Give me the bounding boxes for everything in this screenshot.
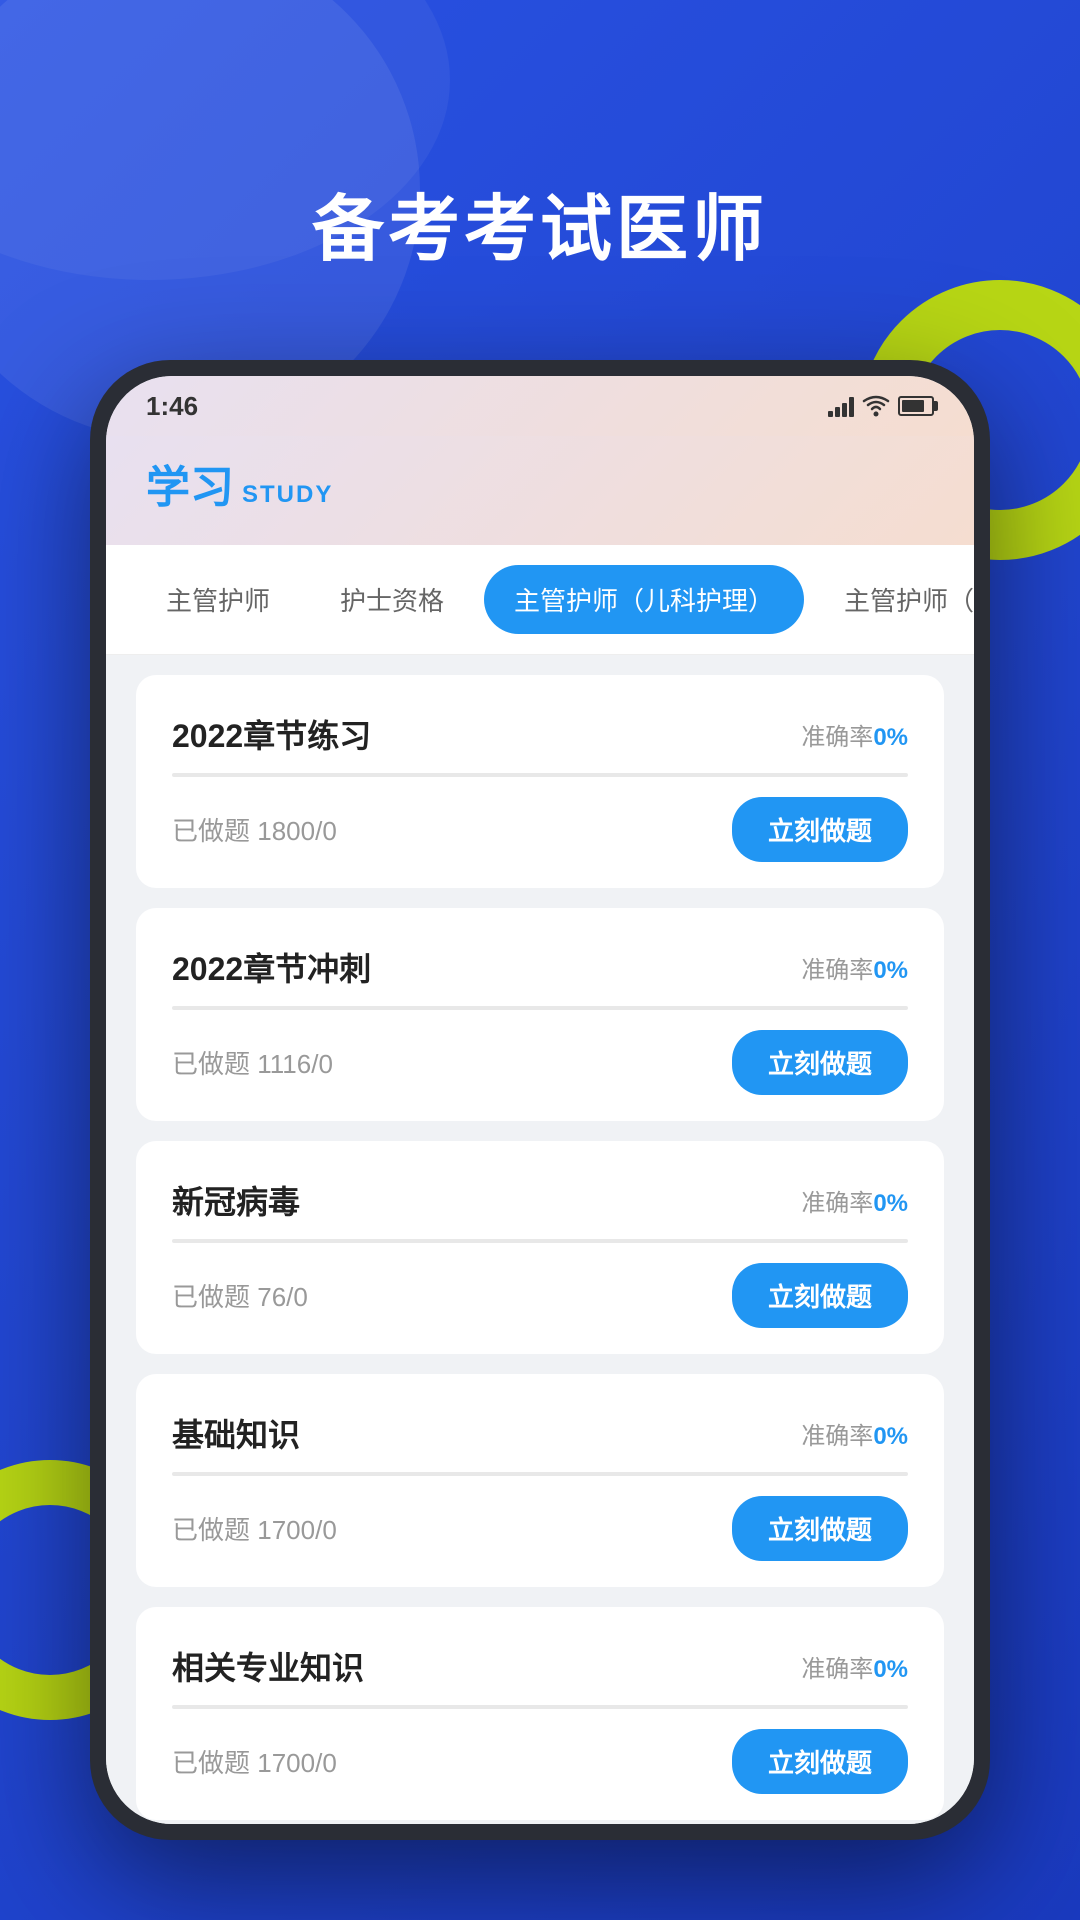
card-1-accuracy: 准确率0% [801, 717, 908, 752]
tabs-container[interactable]: 主管护师 护士资格 主管护师（儿科护理） 主管护师（妇产科护理） [106, 545, 974, 655]
card-2-title: 2022章节冲刺 [172, 944, 371, 990]
card-1-progress [172, 773, 908, 777]
card-2-start-button[interactable]: 立刻做题 [732, 1030, 908, 1095]
card-2-accuracy: 准确率0% [801, 950, 908, 985]
card-2-footer: 已做题 1116/0 立刻做题 [172, 1030, 908, 1095]
card-2: 2022章节冲刺 准确率0% 已做题 1116/0 立刻做题 [136, 908, 944, 1121]
card-4-header: 基础知识 准确率0% [172, 1410, 908, 1456]
status-icons [828, 395, 934, 417]
phone-mockup: 1:46 学习 [90, 360, 990, 1840]
card-1-done: 已做题 1800/0 [172, 811, 337, 848]
card-3-start-button[interactable]: 立刻做题 [732, 1263, 908, 1328]
tab-erk[interactable]: 主管护师（儿科护理） [484, 565, 804, 634]
card-5-accuracy: 准确率0% [801, 1649, 908, 1684]
card-1: 2022章节练习 准确率0% 已做题 1800/0 立刻做题 [136, 675, 944, 888]
wifi-icon [862, 395, 890, 417]
card-2-done: 已做题 1116/0 [172, 1044, 333, 1081]
card-5-footer: 已做题 1700/0 立刻做题 [172, 1729, 908, 1794]
status-time: 1:46 [146, 391, 198, 422]
card-3-progress [172, 1239, 908, 1243]
status-bar: 1:46 [106, 376, 974, 436]
card-1-start-button[interactable]: 立刻做题 [732, 797, 908, 862]
card-4: 基础知识 准确率0% 已做题 1700/0 立刻做题 [136, 1374, 944, 1587]
card-4-done: 已做题 1700/0 [172, 1510, 337, 1547]
card-2-progress [172, 1006, 908, 1010]
card-5-header: 相关专业知识 准确率0% [172, 1643, 908, 1689]
card-1-header: 2022章节练习 准确率0% [172, 711, 908, 757]
content-area: 2022章节练习 准确率0% 已做题 1800/0 立刻做题 [106, 655, 974, 1824]
card-3-done: 已做题 76/0 [172, 1277, 308, 1314]
card-3-title: 新冠病毒 [172, 1177, 300, 1223]
card-4-start-button[interactable]: 立刻做题 [732, 1496, 908, 1561]
phone-inner: 1:46 学习 [106, 376, 974, 1824]
card-4-accuracy: 准确率0% [801, 1416, 908, 1451]
card-4-footer: 已做题 1700/0 立刻做题 [172, 1496, 908, 1561]
tab-fuchank[interactable]: 主管护师（妇产科护理） [814, 565, 974, 634]
card-3: 新冠病毒 准确率0% 已做题 76/0 立刻做题 [136, 1141, 944, 1354]
card-1-title: 2022章节练习 [172, 711, 371, 757]
phone-screen: 1:46 学习 [106, 376, 974, 1824]
card-4-progress [172, 1472, 908, 1476]
card-5: 相关专业知识 准确率0% 已做题 1700/0 立刻做题 [136, 1607, 944, 1820]
page-title: 备考考试医师 [0, 170, 1080, 275]
tab-hushi[interactable]: 护士资格 [310, 565, 474, 634]
logo-chinese: 学习 [146, 451, 234, 515]
card-4-title: 基础知识 [172, 1410, 300, 1456]
battery-icon [898, 396, 934, 416]
card-5-start-button[interactable]: 立刻做题 [732, 1729, 908, 1794]
card-3-header: 新冠病毒 准确率0% [172, 1177, 908, 1223]
signal-icon [828, 395, 854, 417]
card-1-footer: 已做题 1800/0 立刻做题 [172, 797, 908, 862]
app-logo: 学习 STUDY [146, 451, 934, 515]
card-5-progress [172, 1705, 908, 1709]
card-5-done: 已做题 1700/0 [172, 1743, 337, 1780]
tab-zhuguan[interactable]: 主管护师 [136, 565, 300, 634]
card-3-accuracy: 准确率0% [801, 1183, 908, 1218]
logo-english: STUDY [242, 481, 333, 509]
card-5-title: 相关专业知识 [172, 1643, 364, 1689]
card-3-footer: 已做题 76/0 立刻做题 [172, 1263, 908, 1328]
card-2-header: 2022章节冲刺 准确率0% [172, 944, 908, 990]
app-header: 学习 STUDY [106, 436, 974, 545]
